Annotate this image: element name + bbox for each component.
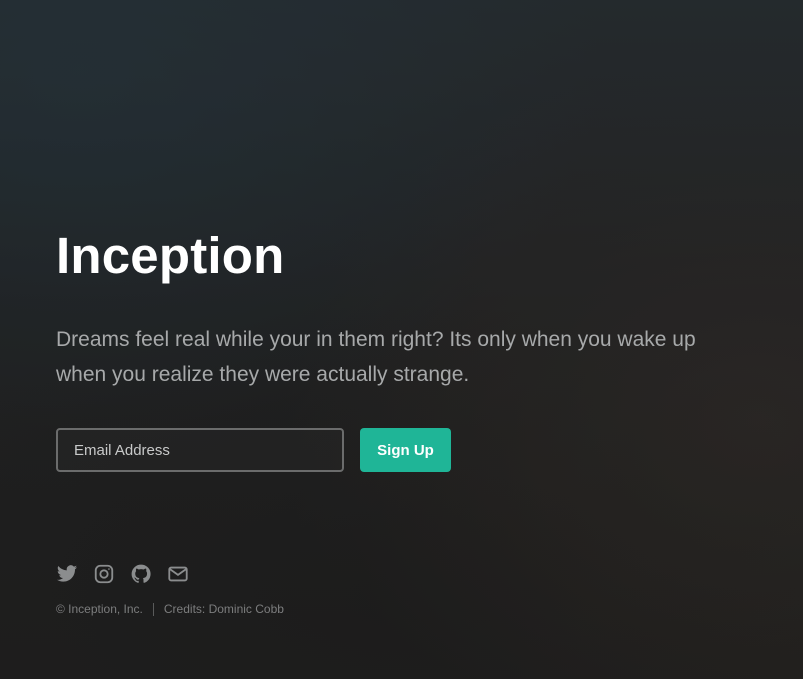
hero-section: Inception Dreams feel real while your in… — [56, 224, 736, 472]
signup-form: Sign Up — [56, 428, 736, 472]
copyright-text: © Inception, Inc. — [56, 602, 143, 616]
twitter-icon[interactable] — [56, 563, 78, 585]
social-links — [56, 563, 204, 585]
mail-icon[interactable] — [167, 563, 189, 585]
instagram-icon[interactable] — [93, 563, 115, 585]
footer-divider — [152, 602, 154, 616]
email-field[interactable] — [56, 428, 344, 472]
hero-description: Dreams feel real while your in them righ… — [56, 328, 696, 386]
page-title: Inception — [56, 227, 285, 284]
sign-up-button[interactable]: Sign Up — [360, 428, 451, 472]
footer: © Inception, Inc. Credits: Dominic Cobb — [56, 602, 284, 616]
credits-text: Credits: Dominic Cobb — [163, 602, 284, 616]
github-icon[interactable] — [130, 563, 152, 585]
